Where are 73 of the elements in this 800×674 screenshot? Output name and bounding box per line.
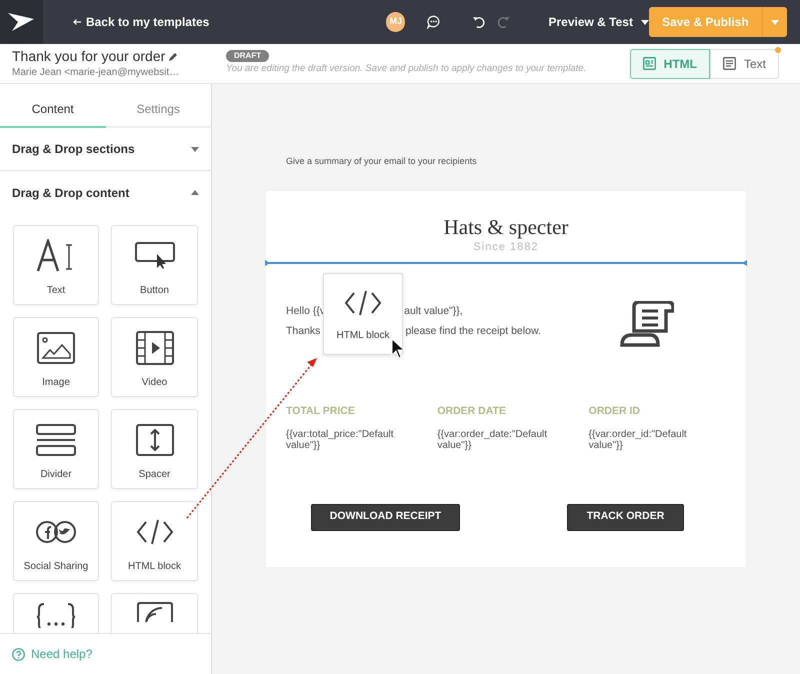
caret-icon bbox=[191, 146, 199, 152]
document-icon bbox=[722, 57, 736, 70]
comment-icon[interactable] bbox=[427, 15, 441, 29]
format-tab[interactable]: Text bbox=[710, 48, 779, 78]
section-header[interactable]: Drag & Drop content bbox=[0, 171, 211, 214]
brand-tagline: Since 1882 bbox=[472, 240, 540, 254]
layout-icon bbox=[642, 57, 656, 70]
block-label: Image bbox=[42, 376, 70, 390]
greeting-text: Thanks bbox=[286, 324, 320, 339]
image-icon bbox=[37, 332, 75, 364]
email-button[interactable]: DOWNLOAD RECEIPT bbox=[311, 504, 460, 531]
undo-icon[interactable] bbox=[472, 16, 486, 28]
help-icon bbox=[12, 648, 25, 660]
drag-preview-label: HTML block bbox=[336, 328, 390, 342]
rss-icon bbox=[136, 602, 174, 622]
sidebar-tab[interactable]: Settings bbox=[106, 84, 211, 128]
caret-icon bbox=[640, 20, 649, 24]
back-arrow-icon bbox=[72, 19, 81, 25]
block-label: Video bbox=[142, 376, 168, 390]
spacer-icon bbox=[136, 424, 174, 456]
section-header[interactable]: Drag & Drop sections bbox=[0, 128, 211, 171]
drag-preview-tile[interactable]: HTML block bbox=[323, 273, 403, 355]
button-icon bbox=[134, 242, 174, 270]
block-label: Social Sharing bbox=[24, 560, 88, 574]
preview-test-menu[interactable]: Preview & Test bbox=[548, 13, 649, 31]
receipt-icon bbox=[620, 301, 674, 347]
code-icon bbox=[344, 290, 382, 316]
block-label: HTML block bbox=[128, 560, 181, 574]
block-label: Spacer bbox=[138, 468, 170, 482]
stat-label: ORDER ID bbox=[588, 404, 641, 419]
code-icon bbox=[136, 518, 174, 544]
stat-value: {{var:order_date:"Default value"}} bbox=[437, 428, 548, 451]
social-icon bbox=[36, 520, 76, 544]
draft-badge: DRAFT bbox=[226, 50, 270, 62]
block-tile[interactable]: Spacer bbox=[111, 409, 198, 489]
block-tile[interactable] bbox=[111, 593, 198, 633]
email-summary: Give a summary of your email to your recipients bbox=[286, 155, 478, 168]
block-tile[interactable] bbox=[13, 593, 99, 633]
sidebar-tab[interactable]: Content bbox=[0, 84, 106, 128]
greeting-text: ault value"}}, bbox=[404, 304, 463, 319]
email-button[interactable]: TRACK ORDER bbox=[567, 504, 684, 531]
block-label: Button bbox=[140, 284, 169, 298]
template-title: Thank you for your order bbox=[12, 48, 166, 64]
stat-value: {{var:order_id:"Default value"}} bbox=[588, 428, 688, 451]
draft-notice: You are editing the draft version. Save and publish to apply changes to your template. bbox=[226, 62, 586, 76]
block-label: Text bbox=[46, 284, 66, 298]
stat-label: TOTAL PRICE bbox=[286, 404, 356, 419]
stat-label: ORDER DATE bbox=[437, 404, 507, 419]
block-tile[interactable]: Divider bbox=[13, 409, 99, 489]
paper-plane-logo-icon bbox=[8, 13, 34, 31]
logo-tile[interactable] bbox=[0, 0, 43, 44]
brand-name: Hats & specter bbox=[442, 214, 570, 238]
block-tile[interactable]: Image bbox=[13, 317, 99, 397]
mouse-pointer-icon bbox=[391, 338, 405, 360]
block-tile[interactable]: Button bbox=[111, 225, 198, 305]
greeting-text: please find the receipt below. bbox=[405, 324, 541, 339]
handle-icon[interactable] bbox=[265, 260, 270, 266]
back-link[interactable]: Back to my templates bbox=[72, 13, 210, 31]
stat-value: {{var:total_price:"Default value"}} bbox=[286, 428, 394, 451]
sender-address: Marie Jean <marie-jean@mywebsit… bbox=[12, 66, 180, 80]
braces-icon bbox=[36, 602, 76, 628]
redo-icon[interactable] bbox=[497, 16, 510, 28]
pencil-icon[interactable] bbox=[169, 52, 178, 60]
film-icon bbox=[136, 330, 174, 364]
handle-icon[interactable] bbox=[742, 260, 747, 266]
block-tile[interactable]: Video bbox=[111, 317, 198, 397]
block-tile[interactable]: HTML block bbox=[111, 501, 198, 581]
caret-icon bbox=[191, 190, 199, 195]
caret-icon bbox=[770, 20, 779, 24]
block-tile[interactable]: Text bbox=[13, 225, 99, 305]
block-tile[interactable]: Social Sharing bbox=[13, 501, 99, 581]
block-label: Divider bbox=[40, 468, 72, 482]
divider-icon bbox=[36, 424, 76, 456]
